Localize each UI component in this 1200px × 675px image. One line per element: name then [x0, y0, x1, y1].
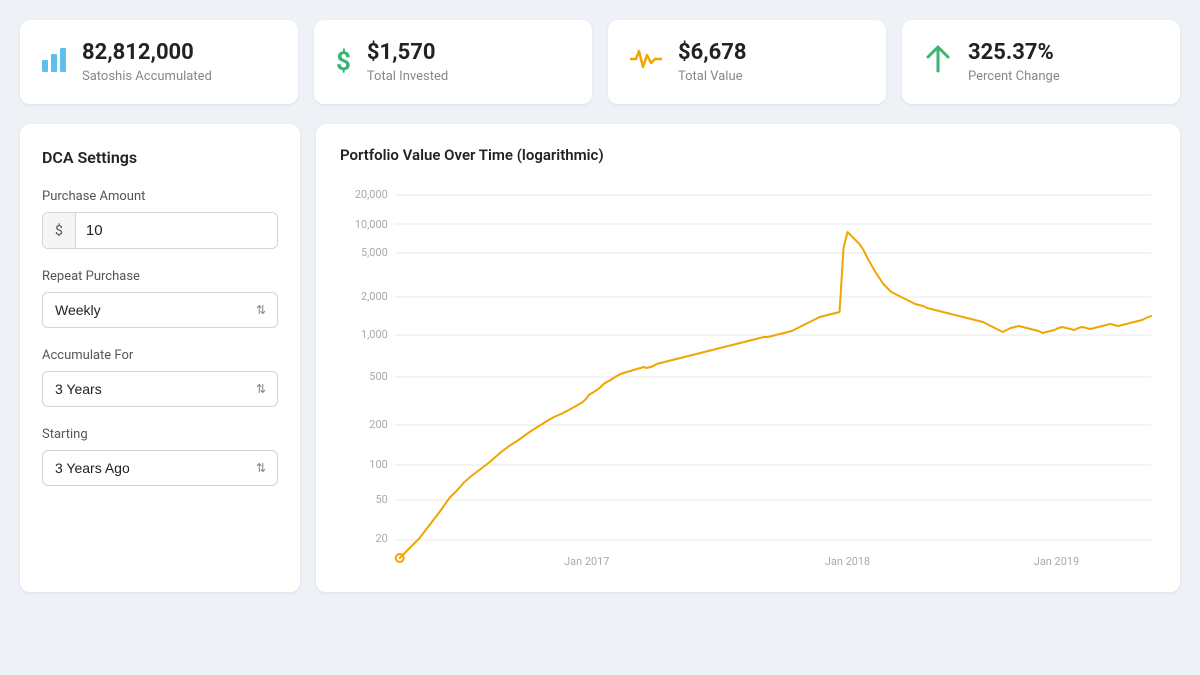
satoshis-label: Satoshis Accumulated — [82, 69, 212, 84]
accumulate-for-select-wrapper: 1 Year 2 Years 3 Years 4 Years 5 Years — [42, 371, 278, 407]
svg-text:5,000: 5,000 — [361, 246, 388, 259]
bars-icon — [42, 46, 66, 79]
starting-group: Starting 1 Year Ago 2 Years Ago 3 Years … — [42, 427, 278, 486]
arrow-up-icon — [924, 43, 952, 82]
svg-text:20: 20 — [375, 532, 387, 545]
svg-text:2,000: 2,000 — [361, 290, 388, 303]
invested-label: Total Invested — [367, 69, 448, 84]
svg-text:1,000: 1,000 — [361, 328, 388, 341]
starting-label: Starting — [42, 427, 278, 442]
total-value-card: $6,678 Total Value — [608, 20, 886, 104]
accumulate-for-group: Accumulate For 1 Year 2 Years 3 Years 4 … — [42, 348, 278, 407]
purchase-amount-group: Purchase Amount $ .00 — [42, 189, 278, 249]
purchase-amount-label: Purchase Amount — [42, 189, 278, 204]
dollar-prefix: $ — [43, 213, 76, 248]
pulse-icon — [630, 47, 662, 77]
top-cards-section: 82,812,000 Satoshis Accumulated $ $1,570… — [20, 20, 1180, 104]
accumulate-for-select[interactable]: 1 Year 2 Years 3 Years 4 Years 5 Years — [42, 371, 278, 407]
total-value-value: $6,678 — [678, 40, 747, 66]
total-value-label: Total Value — [678, 69, 747, 84]
svg-text:20,000: 20,000 — [355, 188, 388, 201]
svg-text:Jan 2017: Jan 2017 — [564, 555, 609, 568]
starting-select-wrapper: 1 Year Ago 2 Years Ago 3 Years Ago 4 Yea… — [42, 450, 278, 486]
percent-change-label: Percent Change — [968, 69, 1060, 84]
svg-text:500: 500 — [369, 370, 387, 383]
svg-text:100: 100 — [369, 458, 387, 471]
dollar-icon: $ — [336, 47, 351, 77]
percent-change-value: 325.37% — [968, 40, 1060, 66]
svg-text:200: 200 — [369, 418, 387, 431]
svg-text:50: 50 — [375, 493, 387, 506]
settings-title: DCA Settings — [42, 148, 278, 167]
svg-text:Jan 2018: Jan 2018 — [825, 555, 870, 568]
starting-select[interactable]: 1 Year Ago 2 Years Ago 3 Years Ago 4 Yea… — [42, 450, 278, 486]
chart-title: Portfolio Value Over Time (logarithmic) — [340, 146, 1156, 164]
repeat-purchase-select-wrapper: Daily Weekly Monthly — [42, 292, 278, 328]
chart-container: 20,000 10,000 5,000 2,000 1,000 500 200 … — [340, 180, 1156, 570]
purchase-amount-input[interactable] — [76, 213, 278, 248]
accumulate-for-label: Accumulate For — [42, 348, 278, 363]
invested-card: $ $1,570 Total Invested — [314, 20, 592, 104]
satoshis-card: 82,812,000 Satoshis Accumulated — [20, 20, 298, 104]
svg-text:Jan 2019: Jan 2019 — [1034, 555, 1079, 568]
satoshis-value: 82,812,000 — [82, 40, 212, 66]
purchase-amount-input-wrapper: $ .00 — [42, 212, 278, 249]
chart-panel: Portfolio Value Over Time (logarithmic) … — [316, 124, 1180, 592]
repeat-purchase-select[interactable]: Daily Weekly Monthly — [42, 292, 278, 328]
main-area: DCA Settings Purchase Amount $ .00 Repea… — [20, 124, 1180, 592]
portfolio-chart: 20,000 10,000 5,000 2,000 1,000 500 200 … — [340, 180, 1156, 570]
svg-text:10,000: 10,000 — [355, 218, 388, 231]
settings-panel: DCA Settings Purchase Amount $ .00 Repea… — [20, 124, 300, 592]
invested-value: $1,570 — [367, 40, 448, 66]
percent-change-card: 325.37% Percent Change — [902, 20, 1180, 104]
repeat-purchase-group: Repeat Purchase Daily Weekly Monthly — [42, 269, 278, 328]
repeat-purchase-label: Repeat Purchase — [42, 269, 278, 284]
